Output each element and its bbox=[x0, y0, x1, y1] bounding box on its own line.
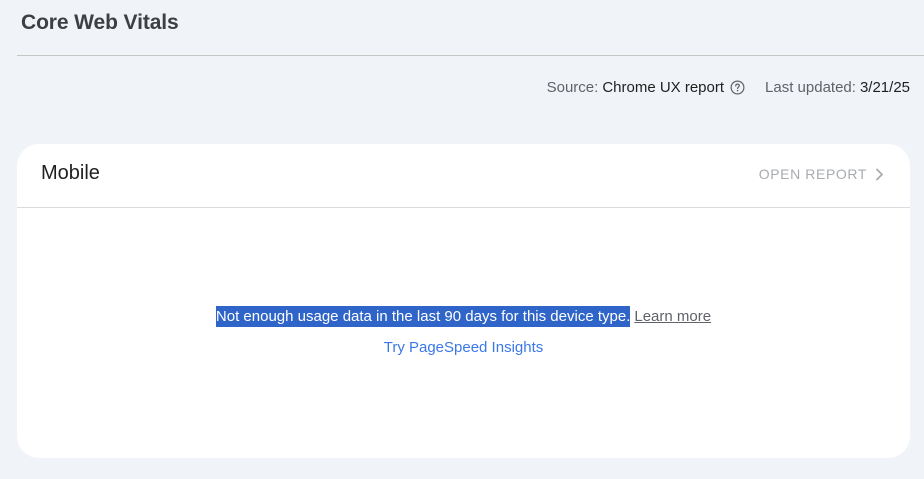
no-data-message-row: Not enough usage data in the last 90 day… bbox=[17, 306, 910, 328]
page-title: Core Web Vitals bbox=[21, 11, 179, 34]
question-circle-icon[interactable] bbox=[729, 80, 745, 96]
last-updated-value: 3/21/25 bbox=[859, 79, 910, 96]
title-divider bbox=[17, 55, 924, 56]
mobile-card: Mobile OPEN REPORT Not enough usage data… bbox=[17, 144, 910, 458]
open-report-button[interactable]: OPEN REPORT bbox=[759, 166, 884, 182]
core-web-vitals-page: Core Web Vitals Source: Chrome UX report… bbox=[0, 0, 924, 479]
open-report-label: OPEN REPORT bbox=[758, 166, 867, 182]
chevron-right-icon bbox=[875, 168, 884, 181]
source-meta-row: Source: Chrome UX report Last updated: 3… bbox=[547, 79, 910, 96]
last-updated-label: Last updated: bbox=[765, 79, 856, 96]
source-value: Chrome UX report bbox=[602, 79, 725, 96]
card-title: Mobile bbox=[41, 162, 100, 184]
pagespeed-insights-link[interactable]: Try PageSpeed Insights bbox=[17, 339, 910, 356]
learn-more-link[interactable]: Learn more bbox=[634, 308, 711, 325]
no-data-message: Not enough usage data in the last 90 day… bbox=[215, 306, 631, 327]
source-label: Source: bbox=[546, 79, 599, 96]
card-header: Mobile OPEN REPORT bbox=[17, 144, 910, 208]
